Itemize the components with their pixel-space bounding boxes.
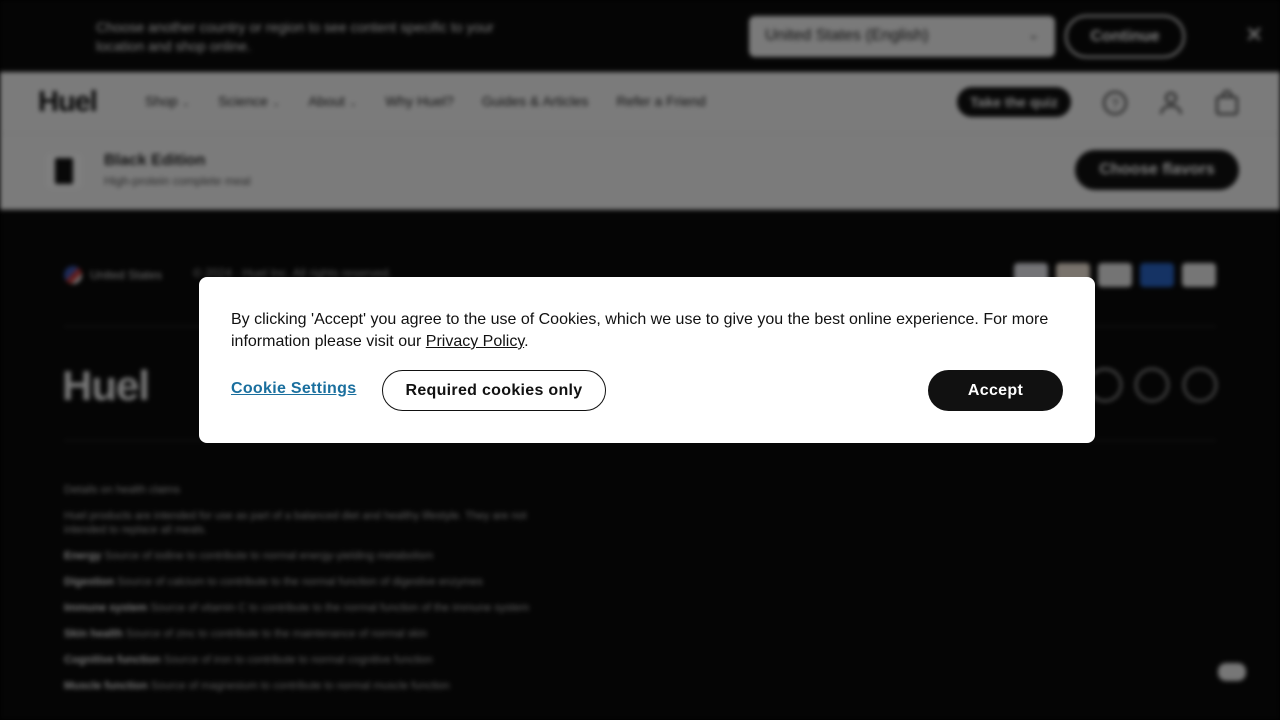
accept-button[interactable]: Accept (928, 370, 1063, 411)
cookie-consent-period: . (524, 333, 529, 350)
cookie-consent-modal: By clicking 'Accept' you agree to the us… (199, 277, 1095, 443)
cookie-consent-message: By clicking 'Accept' you agree to the us… (231, 311, 1049, 350)
cookie-settings-link[interactable]: Cookie Settings (231, 380, 356, 398)
privacy-policy-link[interactable]: Privacy Policy (426, 333, 524, 350)
required-cookies-only-button[interactable]: Required cookies only (382, 370, 606, 411)
cookie-consent-text: By clicking 'Accept' you agree to the us… (231, 309, 1071, 353)
page: Choose another country or region to see … (0, 0, 1280, 720)
